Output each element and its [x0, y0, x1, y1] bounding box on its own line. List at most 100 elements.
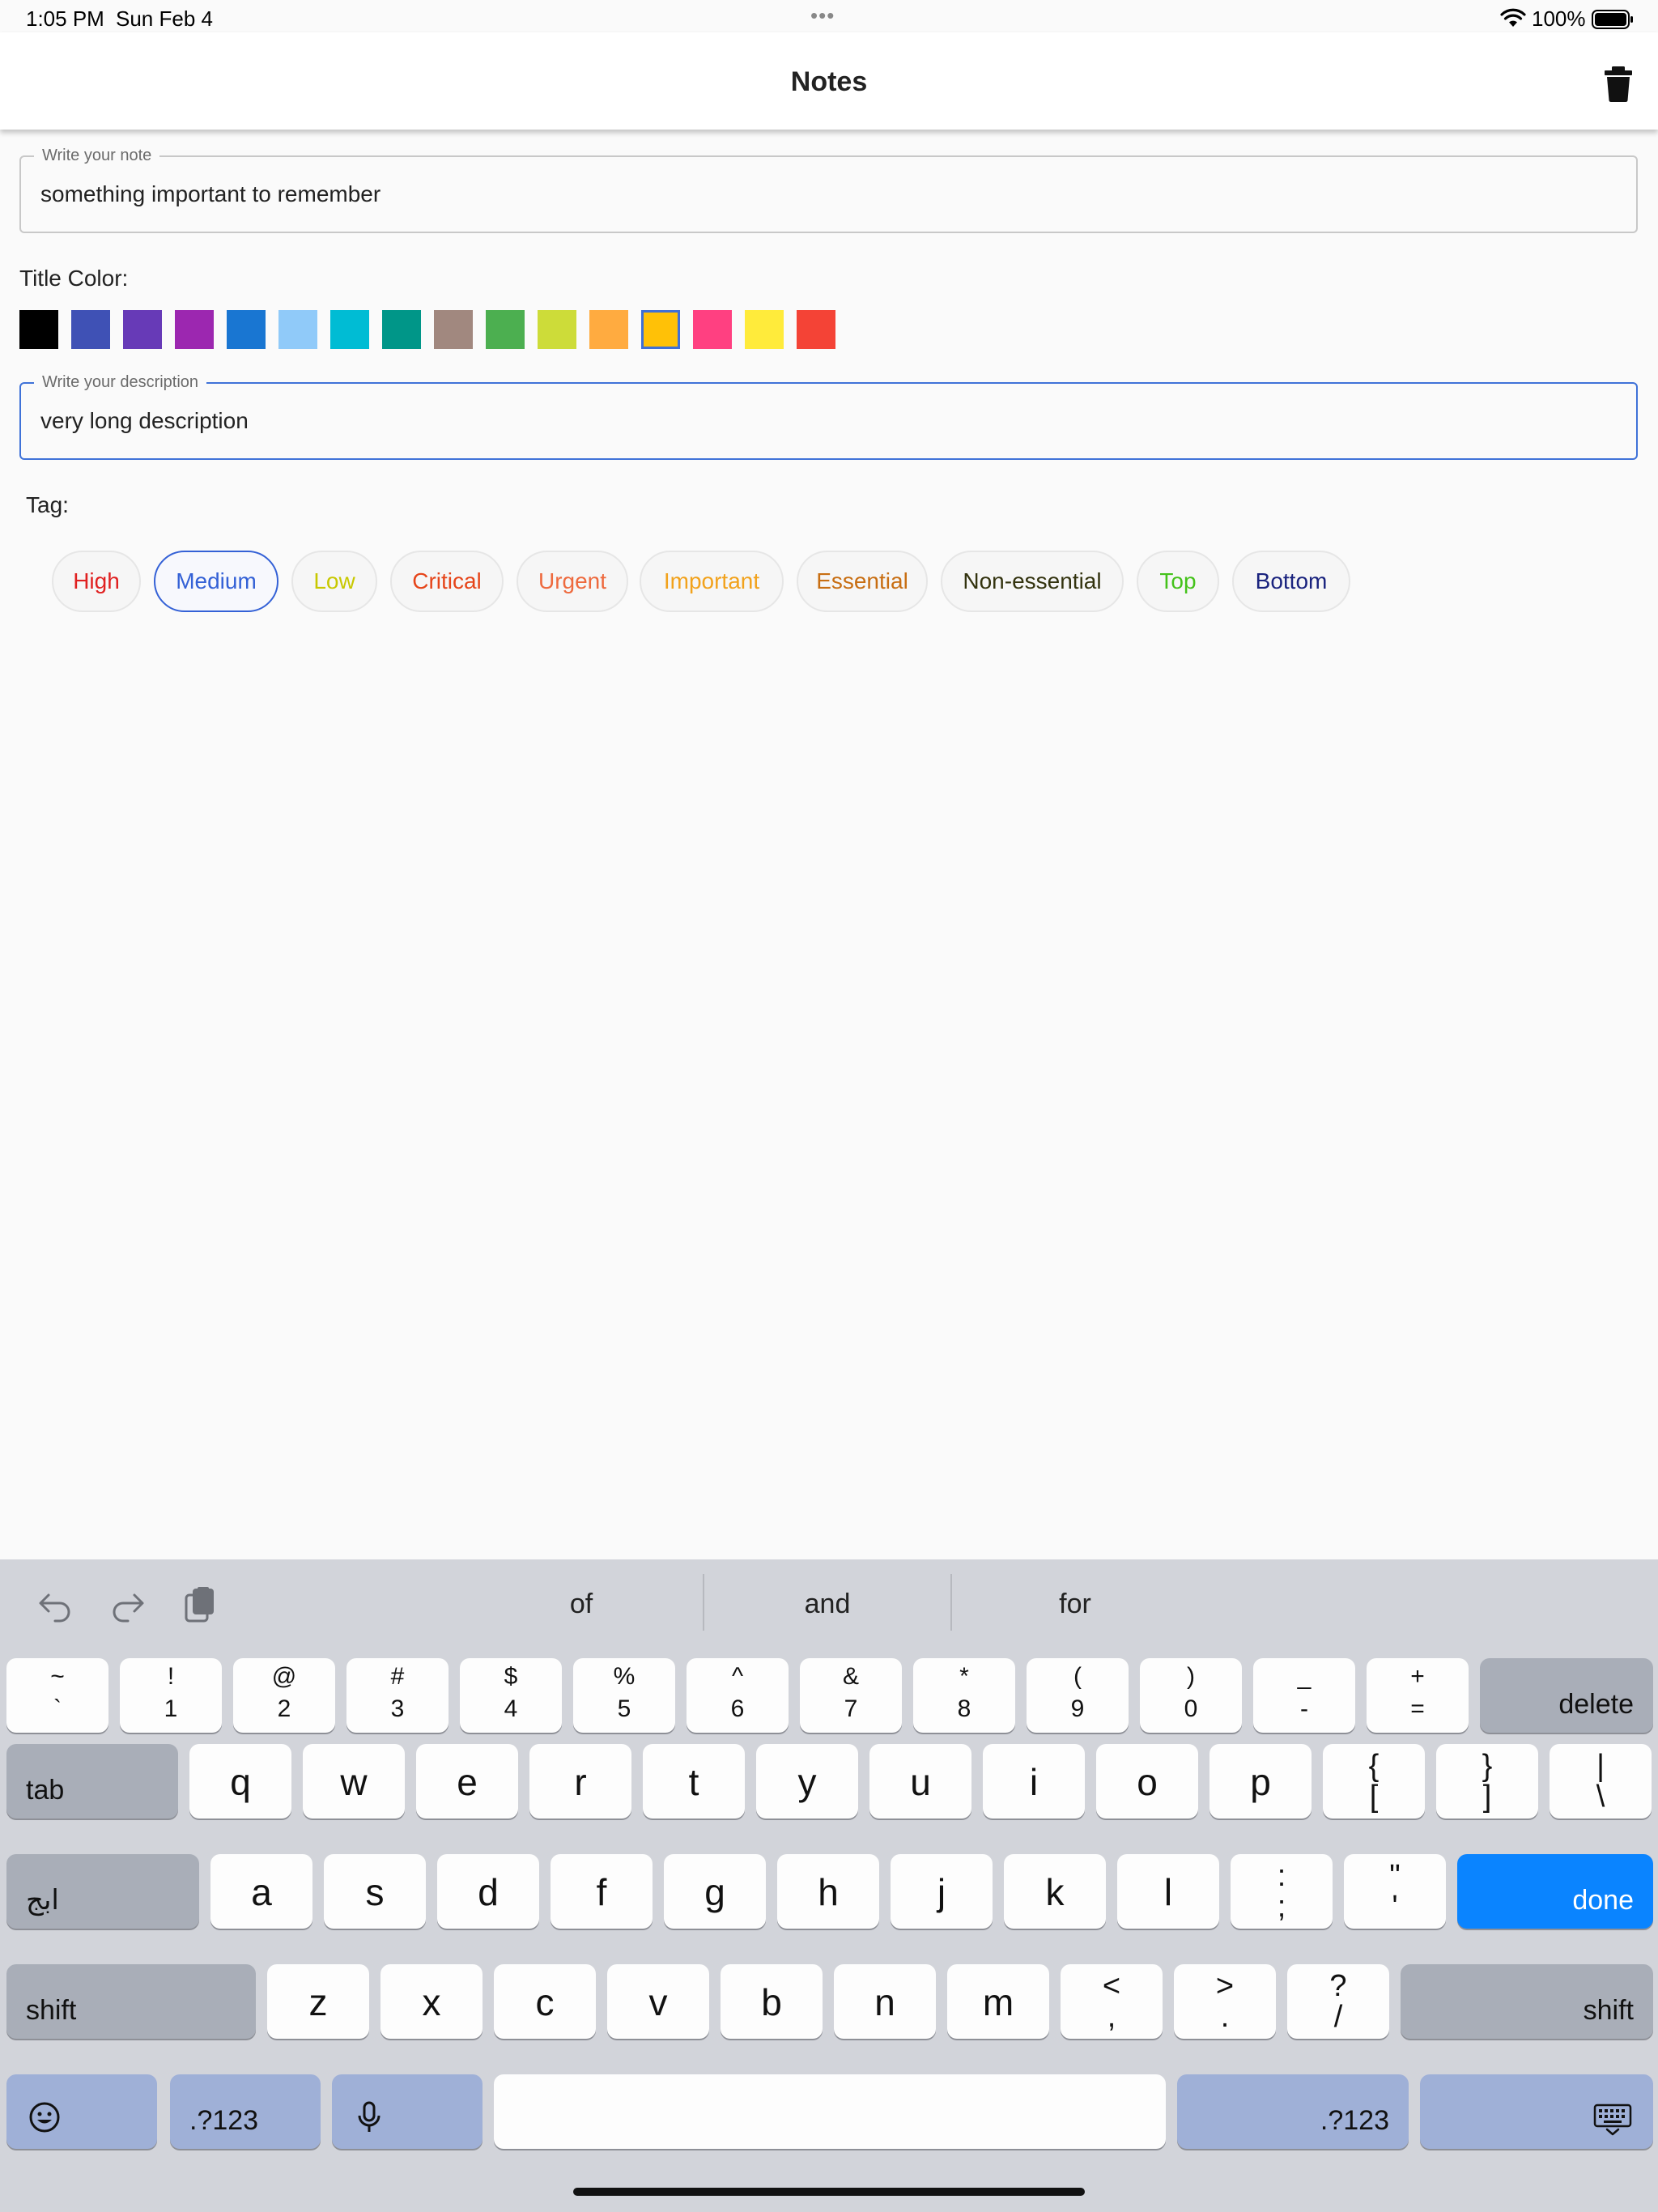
number-key[interactable]: _ -: [1253, 1658, 1355, 1733]
color-swatch[interactable]: [538, 310, 576, 349]
shift-key-left[interactable]: shift: [6, 1964, 256, 2039]
number-key[interactable]: $4: [460, 1658, 562, 1733]
color-swatch[interactable]: [19, 310, 58, 349]
letter-key[interactable]: x: [380, 1964, 483, 2039]
number-key[interactable]: % 5: [573, 1658, 675, 1733]
numbers-key-right[interactable]: .?123: [1177, 2074, 1409, 2149]
number-key[interactable]: * 8: [913, 1658, 1015, 1733]
letter-key[interactable]: v: [607, 1964, 709, 2039]
letter-key[interactable]: a: [210, 1854, 312, 1929]
letter-key[interactable]: q: [189, 1744, 291, 1819]
color-swatch[interactable]: [641, 310, 680, 349]
number-key[interactable]: ! 1: [120, 1658, 222, 1733]
letter-key[interactable]: i: [983, 1744, 1085, 1819]
tag-chip[interactable]: Top: [1137, 551, 1219, 612]
letter-key[interactable]: l: [1117, 1854, 1219, 1929]
number-key[interactable]: @2: [233, 1658, 335, 1733]
color-swatch[interactable]: [123, 310, 162, 349]
color-swatch[interactable]: [589, 310, 628, 349]
color-swatch[interactable]: [745, 310, 784, 349]
tag-chip[interactable]: Important: [640, 551, 784, 612]
suggestion-1[interactable]: of: [460, 1589, 703, 1620]
letter-key[interactable]: u: [869, 1744, 971, 1819]
symbol-key[interactable]: }]: [1436, 1744, 1538, 1819]
tab-key[interactable]: tab: [6, 1744, 178, 1819]
space-key[interactable]: [494, 2074, 1166, 2149]
key-label: 7: [844, 1695, 858, 1722]
key-shift-label: {: [1368, 1749, 1380, 1783]
number-key[interactable]: ~ `: [6, 1658, 108, 1733]
number-key[interactable]: ^ 6: [687, 1658, 789, 1733]
letter-key[interactable]: g: [664, 1854, 766, 1929]
letter-key[interactable]: f: [551, 1854, 653, 1929]
language-key[interactable]: ابج: [6, 1854, 199, 1929]
tag-chip[interactable]: Critical: [390, 551, 504, 612]
letter-key[interactable]: r: [529, 1744, 631, 1819]
number-key[interactable]: & 7: [800, 1658, 902, 1733]
color-swatch[interactable]: [71, 310, 110, 349]
emoji-key[interactable]: [6, 2074, 157, 2149]
letter-key[interactable]: n: [834, 1964, 936, 2039]
done-key[interactable]: done: [1457, 1854, 1653, 1929]
symbol-key[interactable]: :;: [1231, 1854, 1333, 1929]
tag-chip[interactable]: Bottom: [1232, 551, 1350, 612]
key-shift-label: +: [1410, 1663, 1425, 1690]
symbol-key[interactable]: <,: [1061, 1964, 1163, 2039]
number-key[interactable]: (9: [1027, 1658, 1129, 1733]
tag-chip[interactable]: Non-essential: [941, 551, 1124, 612]
clipboard-icon[interactable]: [181, 1585, 220, 1624]
tag-chip[interactable]: High: [52, 551, 141, 612]
redo-icon[interactable]: [108, 1585, 147, 1624]
symbol-key[interactable]: | \: [1550, 1744, 1652, 1819]
color-swatch[interactable]: [175, 310, 214, 349]
number-key[interactable]: ) 0: [1140, 1658, 1242, 1733]
number-key[interactable]: + =: [1367, 1658, 1469, 1733]
letter-key[interactable]: t: [643, 1744, 745, 1819]
tag-chip[interactable]: Low: [291, 551, 377, 612]
color-swatch[interactable]: [797, 310, 835, 349]
number-key[interactable]: #3: [346, 1658, 449, 1733]
microphone-key[interactable]: [332, 2074, 483, 2149]
tag-chip[interactable]: Urgent: [517, 551, 628, 612]
letter-key[interactable]: s: [324, 1854, 426, 1929]
letter-key[interactable]: y: [756, 1744, 858, 1819]
suggestion-2[interactable]: and: [706, 1589, 949, 1620]
color-swatch[interactable]: [227, 310, 266, 349]
trash-icon[interactable]: [1601, 65, 1635, 104]
letter-key[interactable]: m: [947, 1964, 1049, 2039]
undo-icon[interactable]: [36, 1585, 74, 1624]
color-swatch[interactable]: [330, 310, 369, 349]
color-swatch[interactable]: [486, 310, 525, 349]
letter-key[interactable]: w: [303, 1744, 405, 1819]
tag-chip[interactable]: Essential: [797, 551, 928, 612]
multitasking-dots[interactable]: •••: [810, 3, 835, 28]
letter-key[interactable]: z: [267, 1964, 369, 2039]
symbol-key[interactable]: >.: [1174, 1964, 1276, 2039]
symbol-key[interactable]: {[: [1323, 1744, 1425, 1819]
shift-key-right[interactable]: shift: [1401, 1964, 1653, 2039]
letter-key[interactable]: k: [1004, 1854, 1106, 1929]
delete-key[interactable]: delete: [1480, 1658, 1653, 1733]
letter-key[interactable]: b: [721, 1964, 823, 2039]
symbol-key[interactable]: ? /: [1287, 1964, 1389, 2039]
battery-icon: [1592, 10, 1633, 29]
note-field[interactable]: Write your note something important to r…: [19, 147, 1638, 233]
home-indicator[interactable]: [573, 2188, 1085, 2196]
keyboard-dismiss-key[interactable]: [1420, 2074, 1653, 2149]
letter-key[interactable]: c: [494, 1964, 596, 2039]
color-swatch[interactable]: [278, 310, 317, 349]
numbers-key-left[interactable]: .?123: [170, 2074, 321, 2149]
color-swatch[interactable]: [693, 310, 732, 349]
letter-key[interactable]: e: [416, 1744, 518, 1819]
letter-key[interactable]: j: [891, 1854, 993, 1929]
letter-key[interactable]: h: [777, 1854, 879, 1929]
suggestion-3[interactable]: for: [954, 1589, 1197, 1620]
tag-chip[interactable]: Medium: [154, 551, 278, 612]
letter-key[interactable]: p: [1209, 1744, 1312, 1819]
description-field[interactable]: Write your description very long descrip…: [19, 373, 1638, 460]
color-swatch[interactable]: [434, 310, 473, 349]
letter-key[interactable]: o: [1096, 1744, 1198, 1819]
letter-key[interactable]: d: [437, 1854, 539, 1929]
symbol-key[interactable]: " ': [1344, 1854, 1446, 1929]
color-swatch[interactable]: [382, 310, 421, 349]
